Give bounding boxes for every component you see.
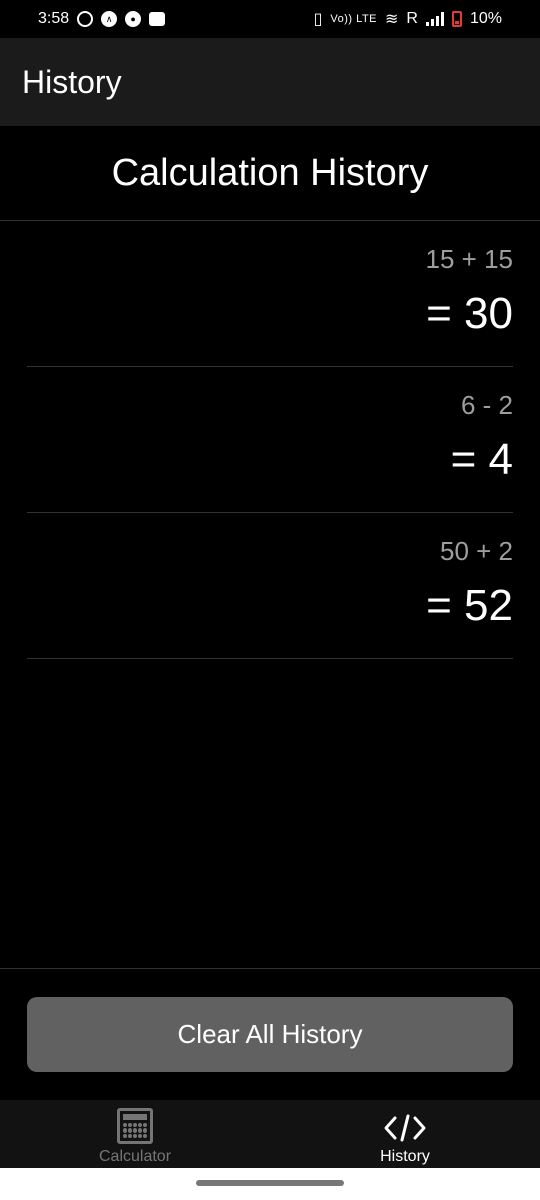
signal-icon	[425, 12, 444, 26]
history-result: = 4	[450, 435, 513, 484]
volte-icon: Vo)) LTE	[330, 13, 377, 25]
vibrate-icon: ▯	[313, 11, 323, 28]
history-list: 15 + 15 = 30 6 - 2 = 4 50 + 2 = 52	[27, 221, 513, 659]
roaming-indicator: R	[406, 10, 418, 27]
circle-app-icon: ●	[125, 11, 142, 27]
code-icon	[384, 1114, 426, 1142]
battery-low-icon	[451, 11, 462, 27]
status-time: 3:58	[38, 10, 70, 27]
history-item[interactable]: 6 - 2 = 4	[27, 367, 513, 513]
history-expression: 6 - 2	[460, 390, 513, 420]
wifi-icon: ≋	[385, 11, 399, 28]
home-gesture-pill[interactable]	[196, 1180, 344, 1186]
app-bar: History	[0, 38, 540, 126]
nav-label-history: History	[380, 1148, 430, 1165]
clear-history-button[interactable]: Clear All History	[27, 997, 513, 1072]
whatsapp-icon	[77, 11, 94, 27]
page-title: Calculation History	[111, 151, 429, 194]
status-bar: 3:58 ∧ ● ▯ Vo)) LTE ≋ R 10%	[0, 0, 540, 38]
history-item[interactable]: 15 + 15 = 30	[27, 221, 513, 367]
nav-item-calculator[interactable]: Calculator	[0, 1100, 270, 1168]
bottom-nav: Calculator History	[0, 1100, 540, 1168]
nav-label-calculator: Calculator	[98, 1148, 172, 1165]
notification-app-icon	[149, 12, 166, 26]
status-bar-left: 3:58 ∧ ●	[38, 10, 166, 28]
history-item[interactable]: 50 + 2 = 52	[27, 513, 513, 659]
history-result: = 52	[426, 581, 513, 630]
history-expression: 15 + 15	[425, 244, 513, 274]
battery-percent: 10%	[469, 10, 502, 27]
a-app-icon: ∧	[101, 11, 118, 27]
history-expression: 50 + 2	[439, 536, 513, 566]
divider	[0, 968, 540, 969]
page-header: Calculation History	[0, 126, 540, 221]
home-indicator-bar	[0, 1168, 540, 1200]
history-result: = 30	[426, 289, 513, 338]
app-bar-title: History	[22, 63, 122, 100]
calculator-icon	[117, 1108, 153, 1144]
status-bar-right: ▯ Vo)) LTE ≋ R 10%	[314, 9, 502, 29]
nav-item-history[interactable]: History	[270, 1100, 540, 1168]
